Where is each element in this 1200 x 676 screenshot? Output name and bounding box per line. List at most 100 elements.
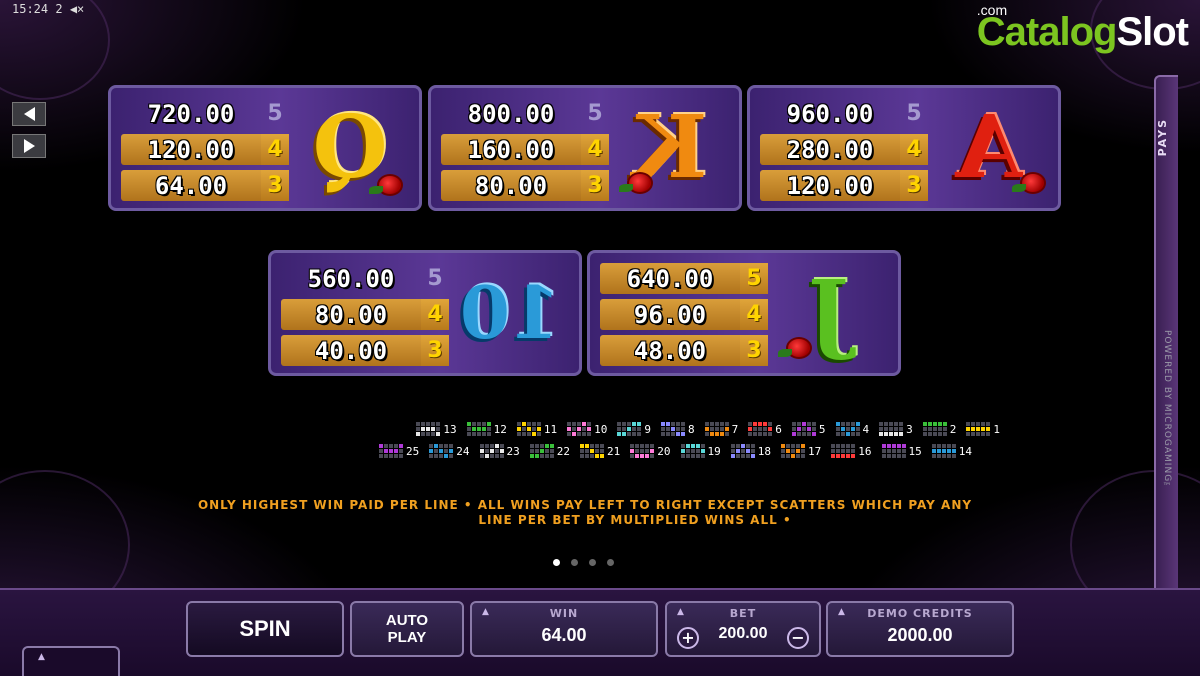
payline-cell xyxy=(637,427,642,431)
payline-cell xyxy=(886,454,891,458)
payline-cell xyxy=(801,432,806,436)
payline-cell xyxy=(946,444,951,448)
battery-indicator: 2 xyxy=(55,2,63,16)
rules-line-1: ONLY HIGHEST WIN PAID PER LINE • ALL WIN… xyxy=(197,498,973,512)
payline-cell xyxy=(745,454,750,458)
next-page-button[interactable] xyxy=(12,134,46,158)
pay-count: 5 xyxy=(587,101,603,126)
payline-cell xyxy=(806,432,811,436)
payline-cell xyxy=(426,422,431,426)
payline-cell xyxy=(937,432,942,436)
payline-number: 11 xyxy=(543,422,558,436)
payline-cell xyxy=(436,422,441,426)
payline-cell xyxy=(476,432,481,436)
mute-icon[interactable]: ◀× xyxy=(70,2,84,16)
pay-amount: 960.00 xyxy=(786,99,874,128)
page-dot[interactable] xyxy=(571,559,578,566)
pay-amount: 80.00 xyxy=(441,170,581,201)
page-dot[interactable] xyxy=(553,559,560,566)
payline-cell xyxy=(476,422,481,426)
pay-amount: 120.00 xyxy=(121,134,261,165)
payline-cell xyxy=(806,427,811,431)
payline-row: 25 24 23 22 21 20 19 18 17 16 15 14 xyxy=(170,444,1000,458)
payline-item: 20 xyxy=(630,444,671,458)
payline-cell xyxy=(735,444,740,448)
payline-cell xyxy=(384,454,388,458)
payline-cell xyxy=(786,454,790,458)
payline-cell xyxy=(891,449,896,453)
payline-cell xyxy=(811,432,816,436)
payline-cell xyxy=(389,454,393,458)
payline-cell xyxy=(801,427,806,431)
pay-amount: 560.00 xyxy=(307,264,395,293)
pays-tab[interactable]: PAYS xyxy=(1156,118,1174,156)
payline-cell xyxy=(841,454,846,458)
pay-count: 5 xyxy=(267,101,283,126)
payline-number: 17 xyxy=(808,444,822,458)
payline-cell xyxy=(922,427,927,431)
payline-cell xyxy=(922,422,927,426)
payline-cell xyxy=(640,444,645,448)
payline-cell xyxy=(986,432,991,436)
payline-cell xyxy=(942,422,947,426)
page-dot[interactable] xyxy=(589,559,596,566)
payline-cell xyxy=(894,432,899,436)
payline-cell xyxy=(635,454,640,458)
bet-decrease-button[interactable]: − xyxy=(787,627,809,649)
payline-number: 24 xyxy=(456,444,470,458)
payline-number: 7 xyxy=(731,422,739,436)
menu-tab-button[interactable]: ▲ xyxy=(22,646,120,676)
rose-icon xyxy=(369,174,403,196)
payline-cell xyxy=(421,422,426,426)
payline-cell xyxy=(549,444,554,448)
payline-cell xyxy=(429,449,434,453)
pay-count: 4 xyxy=(261,134,289,165)
payline-number: 5 xyxy=(818,422,826,436)
payline-cell xyxy=(748,427,753,431)
payline-cell xyxy=(750,449,755,453)
payline-cell xyxy=(471,422,476,426)
payline-cell xyxy=(971,427,976,431)
payline-cell xyxy=(709,432,714,436)
payline-cell xyxy=(666,422,670,426)
payline-cell xyxy=(884,427,889,431)
autoplay-button[interactable]: AUTO PLAY xyxy=(350,601,464,657)
payline-cell xyxy=(389,444,393,448)
previous-page-button[interactable] xyxy=(12,102,46,126)
payline-cell xyxy=(884,432,889,436)
payline-cell xyxy=(630,449,635,453)
payline-cell xyxy=(449,444,454,448)
paytable-card-a: 960.00 5 280.00 4 120.00 3 A xyxy=(747,85,1061,211)
payline-cell xyxy=(479,444,484,448)
payline-item: 22 xyxy=(529,444,570,458)
payline-cell xyxy=(941,444,946,448)
payline-cell xyxy=(526,422,531,426)
payline-cell xyxy=(700,454,705,458)
payline-cell xyxy=(650,449,655,453)
payline-pattern-icon xyxy=(791,422,816,436)
payline-cell xyxy=(791,422,796,426)
payline-cell xyxy=(567,422,572,426)
payline-row: 13 12 11 10 9 8 7 6 5 4 3 2 1 xyxy=(170,422,1000,436)
payline-cell xyxy=(481,427,486,431)
pay-row: 720.00 5 xyxy=(121,98,291,129)
spin-button[interactable]: SPIN xyxy=(186,601,344,657)
page-dot[interactable] xyxy=(607,559,614,566)
payline-item: 8 xyxy=(661,422,695,436)
payline-cell xyxy=(886,444,891,448)
payline-number: 14 xyxy=(958,444,972,458)
bet-increase-button[interactable]: + xyxy=(677,627,699,649)
payline-number: 23 xyxy=(506,444,520,458)
payline-cell xyxy=(661,427,665,431)
payline-cell xyxy=(714,427,719,431)
payline-cell xyxy=(637,422,642,426)
payline-cell xyxy=(894,427,899,431)
payline-cell xyxy=(534,444,539,448)
pay-row: 96.00 4 xyxy=(600,299,770,330)
payline-cell xyxy=(894,422,899,426)
payline-number: 13 xyxy=(443,422,457,436)
arrow-left-icon xyxy=(23,107,35,121)
payline-pattern-icon xyxy=(730,444,755,458)
status-bar: 15:24 2 ◀× xyxy=(12,2,84,16)
payline-cell xyxy=(791,449,795,453)
